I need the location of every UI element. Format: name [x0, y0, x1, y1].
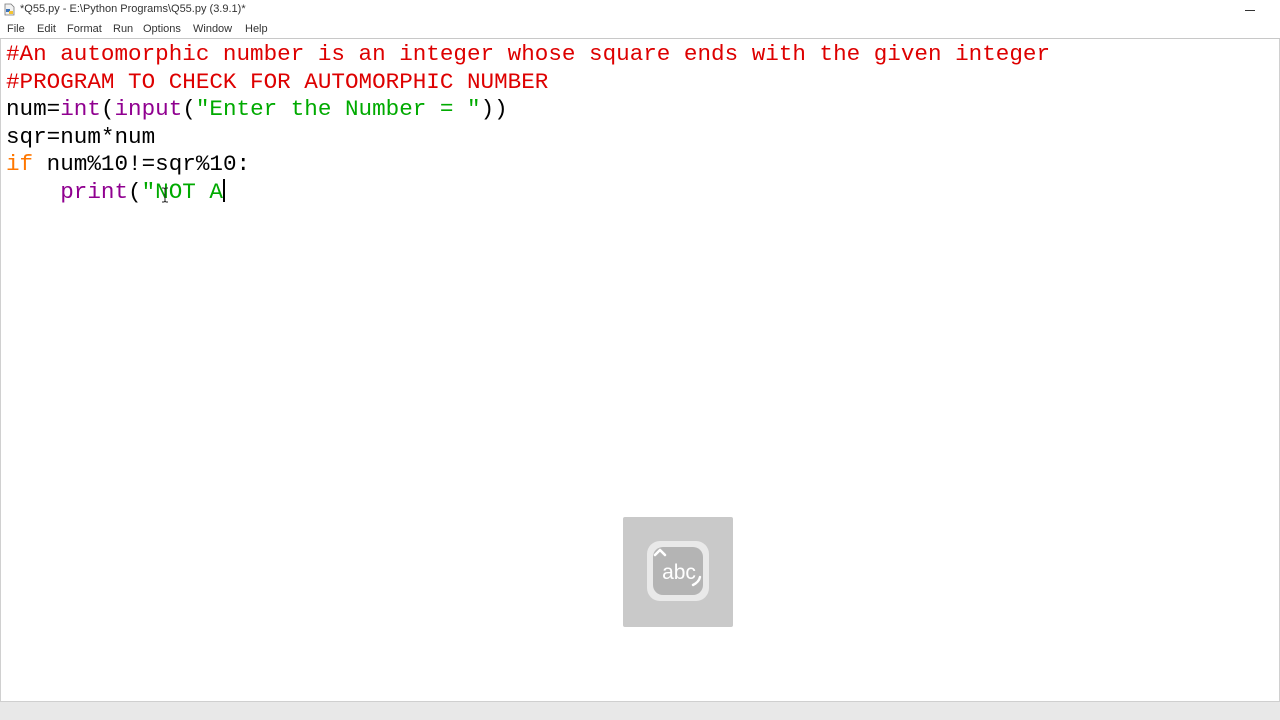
menu-run[interactable]: Run	[113, 23, 133, 35]
code-text[interactable]: #An automorphic number is an integer who…	[6, 41, 1050, 207]
code-token: (	[100, 96, 115, 123]
python-idle-icon	[3, 3, 16, 16]
menu-edit[interactable]: Edit	[37, 23, 56, 35]
code-line[interactable]: num=int(input("Enter the Number = "))	[6, 96, 1050, 124]
menu-file[interactable]: File	[7, 23, 25, 35]
minimize-icon	[1245, 9, 1255, 11]
touch-keyboard-button[interactable]: abc	[623, 517, 733, 627]
menu-bar: File Edit Format Run Options Window Help	[0, 21, 1280, 39]
code-line[interactable]: sqr=num*num	[6, 124, 1050, 152]
code-token: "NOT A	[141, 178, 223, 205]
code-line[interactable]: #An automorphic number is an integer who…	[6, 41, 1050, 69]
menu-help[interactable]: Help	[245, 23, 268, 35]
code-token: if	[6, 151, 34, 178]
touch-keyboard-icon: abc	[647, 541, 709, 601]
menu-format[interactable]: Format	[67, 23, 102, 35]
touch-keyboard-label: abc	[662, 561, 696, 584]
code-token: int	[60, 96, 101, 123]
code-token: num%10!=sqr%10:	[33, 151, 251, 178]
code-token: sqr=num*num	[6, 123, 156, 150]
code-token: "Enter the Number = "	[195, 96, 481, 123]
title-bar: *Q55.py - E:\Python Programs\Q55.py (3.9…	[0, 0, 1280, 21]
code-token: num=	[6, 96, 61, 123]
text-caret	[222, 178, 225, 202]
code-token: (	[182, 96, 196, 123]
minimize-button[interactable]	[1236, 2, 1264, 18]
code-token: input	[114, 96, 183, 123]
code-line[interactable]: #PROGRAM TO CHECK FOR AUTOMORPHIC NUMBER	[6, 69, 1050, 97]
window-title: *Q55.py - E:\Python Programs\Q55.py (3.9…	[20, 3, 246, 15]
idle-editor-window: *Q55.py - E:\Python Programs\Q55.py (3.9…	[0, 0, 1280, 720]
menu-window[interactable]: Window	[193, 23, 232, 35]
code-line[interactable]: if num%10!=sqr%10:	[6, 151, 1050, 179]
text-cursor-ibeam-icon	[162, 187, 168, 203]
code-token: (	[128, 178, 142, 205]
code-token: ))	[480, 96, 508, 123]
menu-options[interactable]: Options	[143, 23, 181, 35]
code-token: #An automorphic number is an integer who…	[6, 41, 1051, 67]
status-bar	[0, 701, 1280, 720]
code-token: #PROGRAM TO CHECK FOR AUTOMORPHIC NUMBER	[6, 68, 549, 95]
code-token: print	[60, 178, 129, 205]
